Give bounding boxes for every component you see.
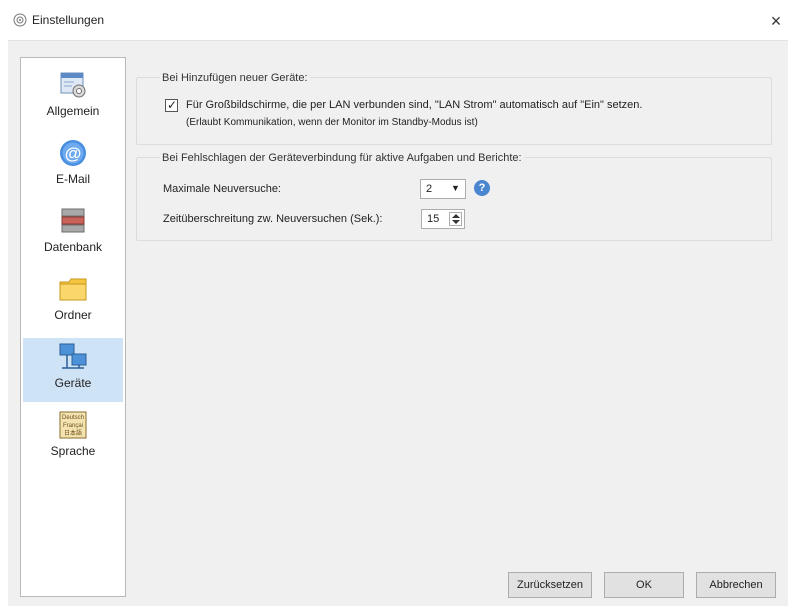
max-retries-select[interactable]: 2 ▼ <box>420 179 466 199</box>
sidebar-item-sprache[interactable]: Deutsch Françai 日本語 Sprache <box>23 406 123 470</box>
spinner-buttons[interactable] <box>449 212 462 226</box>
general-settings-icon <box>60 72 86 98</box>
retry-timeout-label: Zeitüberschreitung zw. Neuversuchen (Sek… <box>163 213 383 225</box>
max-retries-label: Maximale Neuversuche: <box>163 183 281 195</box>
help-icon[interactable]: ? <box>474 180 490 196</box>
checkmark-icon: ✓ <box>167 98 178 112</box>
reset-button[interactable]: Zurücksetzen <box>508 572 592 598</box>
sidebar-item-label: Sprache <box>50 444 96 458</box>
settings-dialog: Einstellungen × Allgemein @ E-Mail Daten… <box>0 0 796 612</box>
svg-text:@: @ <box>65 144 82 163</box>
language-icon: Deutsch Françai 日本語 <box>59 411 87 439</box>
settings-sidebar: Allgemein @ E-Mail Datenbank Ordner Gerä… <box>20 57 126 597</box>
lan-power-note: (Erlaubt Kommunikation, wenn der Monitor… <box>186 117 478 128</box>
sidebar-item-label: Allgemein <box>46 104 100 118</box>
window-title: Einstellungen <box>32 13 105 27</box>
dropdown-arrow-icon: ▼ <box>451 183 460 193</box>
new-devices-group-title: Bei Hinzufügen neuer Geräte: <box>160 72 310 84</box>
language-icon-text: Deutsch <box>62 415 84 421</box>
sidebar-item-label: Datenbank <box>43 240 103 254</box>
cancel-button[interactable]: Abbrechen <box>696 572 776 598</box>
spin-up-icon[interactable] <box>452 214 460 218</box>
sidebar-item-datenbank[interactable]: Datenbank <box>23 202 123 266</box>
new-devices-group <box>136 77 772 145</box>
gear-icon <box>13 13 27 27</box>
sidebar-item-ordner[interactable]: Ordner <box>23 270 123 334</box>
folder-icon <box>59 278 87 301</box>
lan-power-checkbox[interactable]: ✓ <box>165 98 178 112</box>
retry-timeout-value: 15 <box>427 213 440 225</box>
spin-down-icon[interactable] <box>452 220 460 224</box>
sidebar-item-allgemein[interactable]: Allgemein <box>23 66 123 130</box>
language-icon-text: 日本語 <box>64 429 82 437</box>
dialog-body: Allgemein @ E-Mail Datenbank Ordner Gerä… <box>8 40 788 606</box>
database-icon <box>61 208 85 233</box>
ok-button[interactable]: OK <box>604 572 684 598</box>
retry-timeout-spinner[interactable]: 15 <box>421 209 465 229</box>
connection-failure-group-title: Bei Fehlschlagen der Geräteverbindung fü… <box>160 152 524 164</box>
sidebar-item-label: Ordner <box>54 308 92 322</box>
sidebar-item-label: Geräte <box>54 376 92 390</box>
sidebar-item-label: E-Mail <box>55 172 90 186</box>
close-button[interactable]: × <box>762 8 790 34</box>
lan-power-label: Für Großbildschirme, die per LAN verbund… <box>186 99 643 111</box>
max-retries-value: 2 <box>426 183 433 195</box>
email-icon: @ <box>60 140 86 166</box>
sidebar-item-geraete[interactable]: Geräte <box>23 338 123 402</box>
sidebar-item-email[interactable]: @ E-Mail <box>23 134 123 198</box>
language-icon-text: Françai <box>63 423 83 429</box>
devices-icon <box>59 343 87 369</box>
title-bar: Einstellungen × <box>0 0 796 40</box>
